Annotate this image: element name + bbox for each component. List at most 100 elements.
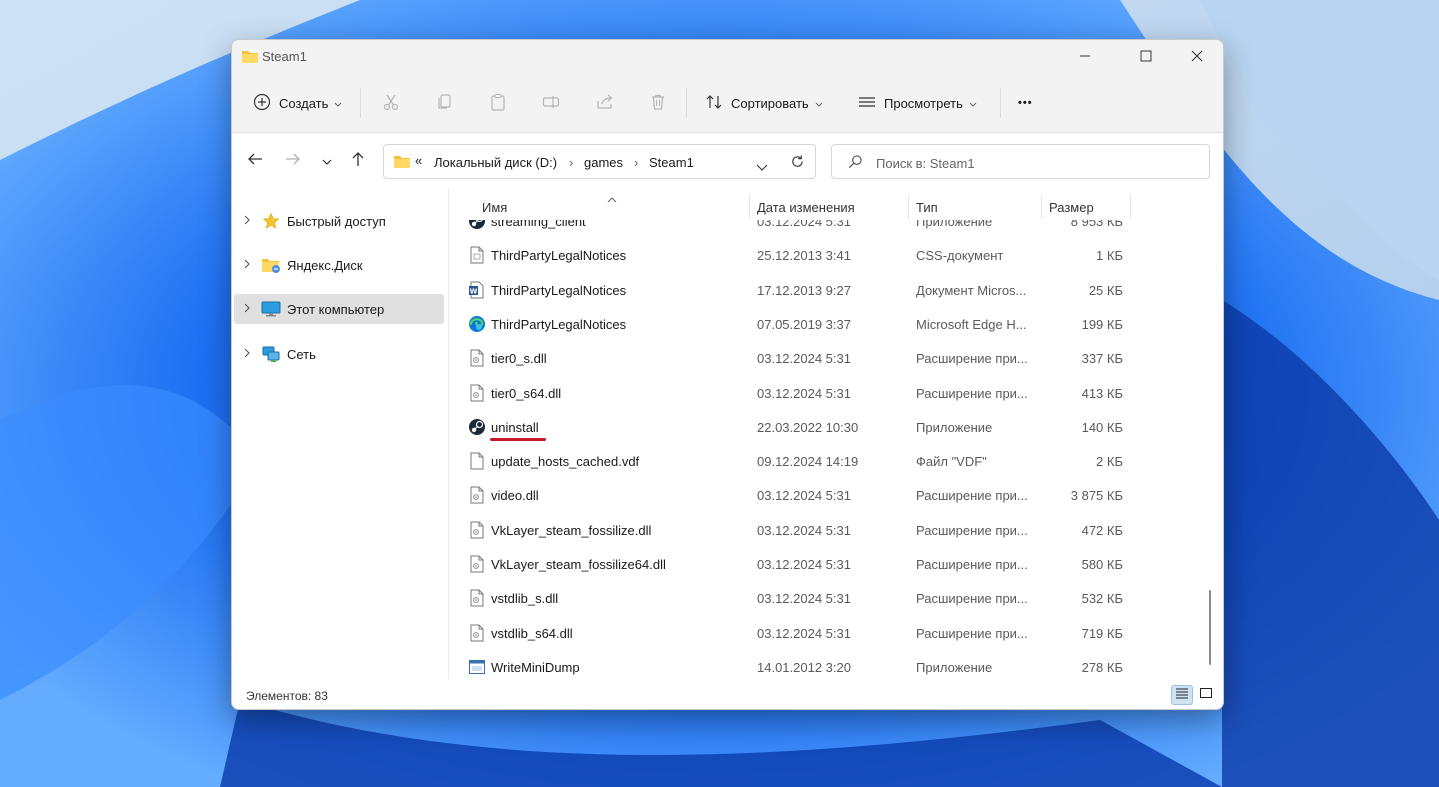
view-lines-icon <box>858 93 876 114</box>
file-row[interactable]: VkLayer_steam_fossilize64.dll 03.12.2024 … <box>449 547 1223 581</box>
toolbar-divider <box>686 88 687 118</box>
share-button[interactable] <box>596 90 614 116</box>
breadcrumb-item[interactable]: games <box>584 155 623 170</box>
create-button[interactable]: Создать <box>253 90 342 116</box>
scissors-icon <box>382 93 400 114</box>
file-size: 3 875 КБ <box>1070 488 1123 504</box>
file-type: Расширение при... <box>916 625 1028 641</box>
sidebar-item-this-pc[interactable]: Этот компьютер <box>234 294 444 324</box>
large-icons-view-icon <box>1199 686 1213 704</box>
file-row[interactable]: ThirdPartyLegalNotices 07.05.2019 3:37 Mic… <box>449 307 1223 341</box>
address-history-chevron-icon[interactable] <box>756 158 768 176</box>
file-type: Расширение при... <box>916 557 1028 572</box>
up-button[interactable] <box>344 147 372 175</box>
chevron-right-icon[interactable] <box>234 348 260 361</box>
details-view-icon <box>1175 686 1189 704</box>
breadcrumb-item[interactable]: Локальный диск (D:) <box>434 155 557 170</box>
file-row[interactable]: ThirdPartyLegalNotices 25.12.2013 3:41 CSS… <box>449 238 1223 272</box>
file-row[interactable]: tier0_s64.dll 03.12.2024 5:31 Расширение п… <box>449 376 1223 410</box>
file-row[interactable]: tier0_s.dll 03.12.2024 5:31 Расширение при… <box>449 341 1223 375</box>
copy-button[interactable] <box>436 90 454 116</box>
details-view-button[interactable] <box>1171 685 1193 705</box>
clipboard-icon <box>489 93 507 114</box>
file-size: 532 КБ <box>1081 591 1123 607</box>
chevron-right-icon[interactable] <box>234 215 260 228</box>
file-row[interactable]: vstdlib_s.dll 03.12.2024 5:31 Расширение п… <box>449 581 1223 615</box>
file-row[interactable]: VkLayer_steam_fossilize.dll 03.12.2024 5:… <box>449 513 1223 547</box>
file-rows: streaming_client 03.12.2024 5:31 Приложени… <box>449 220 1223 679</box>
file-name: VkLayer_steam_fossilize.dll <box>491 522 652 538</box>
column-divider[interactable] <box>1130 195 1131 219</box>
more-options-button[interactable]: ••• <box>1018 90 1033 116</box>
back-button[interactable] <box>241 147 269 175</box>
column-header-type[interactable]: Тип <box>909 189 1041 223</box>
toolbar-divider <box>360 88 361 118</box>
file-name: tier0_s64.dll <box>491 385 562 401</box>
file-name: tier0_s.dll <box>491 351 547 367</box>
file-row[interactable]: streaming_client 03.12.2024 5:31 Приложени… <box>449 220 1223 238</box>
file-size: 472 КБ <box>1081 522 1123 538</box>
rename-button[interactable] <box>542 90 560 116</box>
view-button[interactable]: Просмотреть <box>858 90 977 116</box>
close-button[interactable] <box>1174 40 1220 72</box>
dll-icon <box>468 624 486 642</box>
search-box[interactable] <box>831 144 1210 179</box>
breadcrumb-item[interactable]: Steam1 <box>649 155 694 170</box>
file-size: 2 КБ <box>1096 454 1123 470</box>
file-type: Расширение при... <box>916 591 1028 607</box>
file-row[interactable]: W ThirdPartyLegalNotices 17.12.2013 9:27 До… <box>449 273 1223 307</box>
refresh-icon[interactable] <box>790 154 805 174</box>
sort-button[interactable]: Сортировать <box>705 90 823 116</box>
dll-icon <box>468 384 486 402</box>
chevron-right-icon[interactable] <box>234 259 260 272</box>
chevron-right-icon[interactable] <box>234 303 260 316</box>
sidebar-item-quick-access[interactable]: Быстрый доступ <box>234 206 444 236</box>
recent-locations-button[interactable] <box>313 147 341 175</box>
address-bar[interactable]: « Локальный диск (D:) › games › Steam1 <box>383 144 816 179</box>
delete-button[interactable] <box>649 90 667 116</box>
file-date: 03.12.2024 5:31 <box>757 220 851 229</box>
sidebar-item-label: Сеть <box>287 346 316 362</box>
file-date: 03.12.2024 5:31 <box>757 625 851 641</box>
file-row[interactable]: uninstall 22.03.2022 10:30 Приложение 140 К… <box>449 410 1223 444</box>
forward-button[interactable] <box>279 147 307 175</box>
dll-icon <box>468 521 486 539</box>
column-header-size[interactable]: Размер <box>1042 189 1130 223</box>
file-name: video.dll <box>491 488 539 504</box>
file-size: 580 КБ <box>1081 557 1123 572</box>
file-type: Документ Micros... <box>916 282 1027 298</box>
sidebar-item-network[interactable]: Сеть <box>234 339 444 369</box>
steam-icon <box>468 418 486 436</box>
sort-arrows-icon <box>705 93 723 114</box>
column-header-name[interactable]: Имя <box>473 189 749 223</box>
breadcrumb-overflow[interactable]: « <box>415 153 422 168</box>
trash-icon <box>649 93 667 114</box>
file-size: 1 КБ <box>1096 248 1123 264</box>
cut-button[interactable] <box>382 90 400 116</box>
file-date: 25.12.2013 3:41 <box>757 248 851 264</box>
maximize-button[interactable] <box>1123 40 1169 72</box>
large-icons-view-button[interactable] <box>1195 685 1217 705</box>
search-input[interactable] <box>874 152 1198 174</box>
paste-button[interactable] <box>489 90 507 116</box>
file-type: Приложение <box>916 659 993 675</box>
file-row[interactable]: vstdlib_s64.dll 03.12.2024 5:31 Расширение… <box>449 616 1223 650</box>
file-name: ThirdPartyLegalNotices <box>491 248 627 264</box>
navigation-pane: Быстрый доступ Яндекс.Диск Этот компьюте… <box>232 189 449 679</box>
column-header-date[interactable]: Дата изменения <box>750 189 908 223</box>
minimize-button[interactable] <box>1062 40 1108 72</box>
file-row[interactable]: video.dll 03.12.2024 5:31 Расширение при..… <box>449 478 1223 512</box>
title-bar: Steam1 <box>232 40 1223 72</box>
scrollbar-thumb[interactable] <box>1209 590 1211 665</box>
computer-icon <box>260 300 282 318</box>
file-name: ThirdPartyLegalNotices <box>491 316 627 332</box>
vertical-scrollbar[interactable] <box>1206 200 1214 670</box>
word-doc-icon: W <box>468 281 486 299</box>
sidebar-item-label: Яндекс.Диск <box>287 257 363 273</box>
file-explorer-window: Steam1 Создать Сортировать Просмотреть •… <box>231 39 1224 710</box>
file-type: CSS-документ <box>916 248 1004 264</box>
file-row[interactable]: WriteMiniDump 14.01.2012 3:20 Приложение 27… <box>449 650 1223 679</box>
file-row[interactable]: update_hosts_cached.vdf 09.12.2024 14:19 Ф… <box>449 444 1223 478</box>
sidebar-item-yandex-disk[interactable]: Яндекс.Диск <box>234 250 444 280</box>
address-row: « Локальный диск (D:) › games › Steam1 <box>232 133 1223 189</box>
